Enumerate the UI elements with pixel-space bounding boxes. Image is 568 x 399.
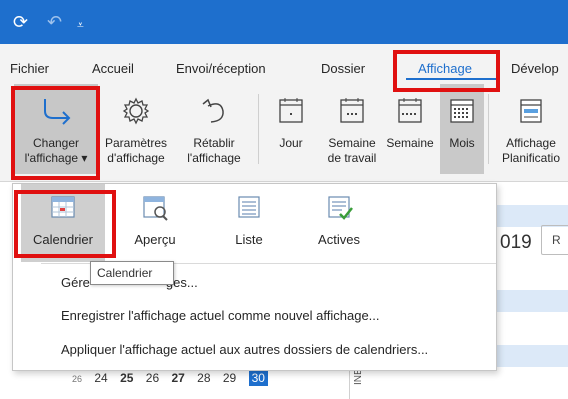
mini-day[interactable]: 26 [146, 371, 159, 385]
sync-icon[interactable]: ⟳ [13, 12, 28, 32]
preview-icon [143, 196, 168, 221]
ribbon-separator [258, 94, 259, 164]
mini-day[interactable]: 25 [120, 371, 133, 385]
mini-day[interactable]: 29 [223, 371, 236, 385]
tab-developpeur[interactable]: Dévelop [511, 61, 559, 76]
tab-envoi-reception[interactable]: Envoi/réception [176, 61, 266, 76]
view-actives[interactable]: Actives [297, 184, 381, 262]
mini-day-selected[interactable]: 30 [248, 370, 268, 386]
mini-day[interactable]: 24 [94, 371, 107, 385]
week-view-label: Semaine [386, 136, 434, 150]
tab-dossier[interactable]: Dossier [321, 61, 365, 76]
day-view-icon [279, 98, 303, 123]
mini-day[interactable]: 27 [171, 371, 184, 385]
menu-manage-prefix: Gére [61, 275, 90, 290]
schedule-view-icon [520, 99, 542, 123]
customize-quick-access-icon[interactable]: ⩡ [77, 15, 84, 35]
work-week-view-button[interactable]: Semaine de travail [322, 84, 382, 174]
view-settings-label-1: Paramètres [104, 136, 168, 150]
tooltip: Calendrier [90, 261, 174, 285]
active-list-icon [328, 196, 353, 220]
view-actives-label: Actives [318, 232, 360, 247]
week-view-button[interactable]: Semaine [382, 84, 438, 174]
reset-view-button[interactable]: Rétablir l'affichage [174, 84, 254, 174]
reset-view-label-2: l'affichage [187, 151, 241, 165]
view-settings-label-2: d'affichage [107, 151, 165, 165]
annotation-box-affichage-tab [393, 50, 500, 92]
view-liste[interactable]: Liste [207, 184, 291, 262]
work-week-label-1: Semaine [328, 136, 376, 150]
menu-apply-view[interactable]: Appliquer l'affichage actuel aux autres … [61, 342, 428, 357]
view-apercu[interactable]: Aperçu [113, 184, 197, 262]
mini-day[interactable]: 28 [197, 371, 210, 385]
outlook-window: ⟳ ↶ ⩡ Fichier Accueil Envoi/réception Do… [0, 0, 568, 399]
week-number: 26 [72, 374, 83, 384]
work-week-label-2: de travail [327, 151, 377, 165]
tab-fichier[interactable]: Fichier [10, 61, 49, 76]
reset-view-label-1: Rétablir [193, 136, 235, 150]
calendar-band [495, 205, 568, 227]
ribbon-separator [488, 94, 489, 164]
month-view-icon [450, 99, 474, 123]
menu-save-view[interactable]: Enregistrer l'affichage actuel comme nou… [61, 308, 380, 323]
day-view-button[interactable]: Jour [266, 84, 316, 174]
calendar-band [495, 345, 568, 367]
mini-calendar-row: 26 24 25 26 27 28 29 30 [72, 370, 277, 386]
view-liste-label: Liste [235, 232, 263, 247]
annotation-box-change-view [11, 86, 100, 180]
day-view-label: Jour [279, 136, 303, 150]
view-settings-button[interactable]: Paramètres d'affichage [98, 84, 174, 174]
tab-accueil[interactable]: Accueil [92, 61, 134, 76]
week-view-icon [398, 98, 422, 123]
month-view-button[interactable]: Mois [440, 84, 484, 174]
month-view-label: Mois [449, 136, 475, 150]
schedule-view-label-2: Planificatio [501, 151, 561, 165]
gear-icon [122, 97, 150, 125]
schedule-view-label-1: Affichage [506, 136, 556, 150]
reset-icon [202, 98, 224, 123]
today-button[interactable]: R [541, 225, 568, 255]
year-label: 019 [500, 232, 532, 253]
schedule-view-button[interactable]: Affichage Planificatio [494, 84, 568, 174]
undo-icon[interactable]: ↶ [47, 12, 62, 32]
work-week-icon [340, 98, 364, 123]
list-icon [238, 196, 260, 218]
title-bar: ⟳ ↶ ⩡ [0, 0, 568, 44]
view-apercu-label: Aperçu [134, 232, 176, 247]
annotation-box-calendrier [14, 190, 116, 258]
calendar-band [495, 290, 568, 312]
